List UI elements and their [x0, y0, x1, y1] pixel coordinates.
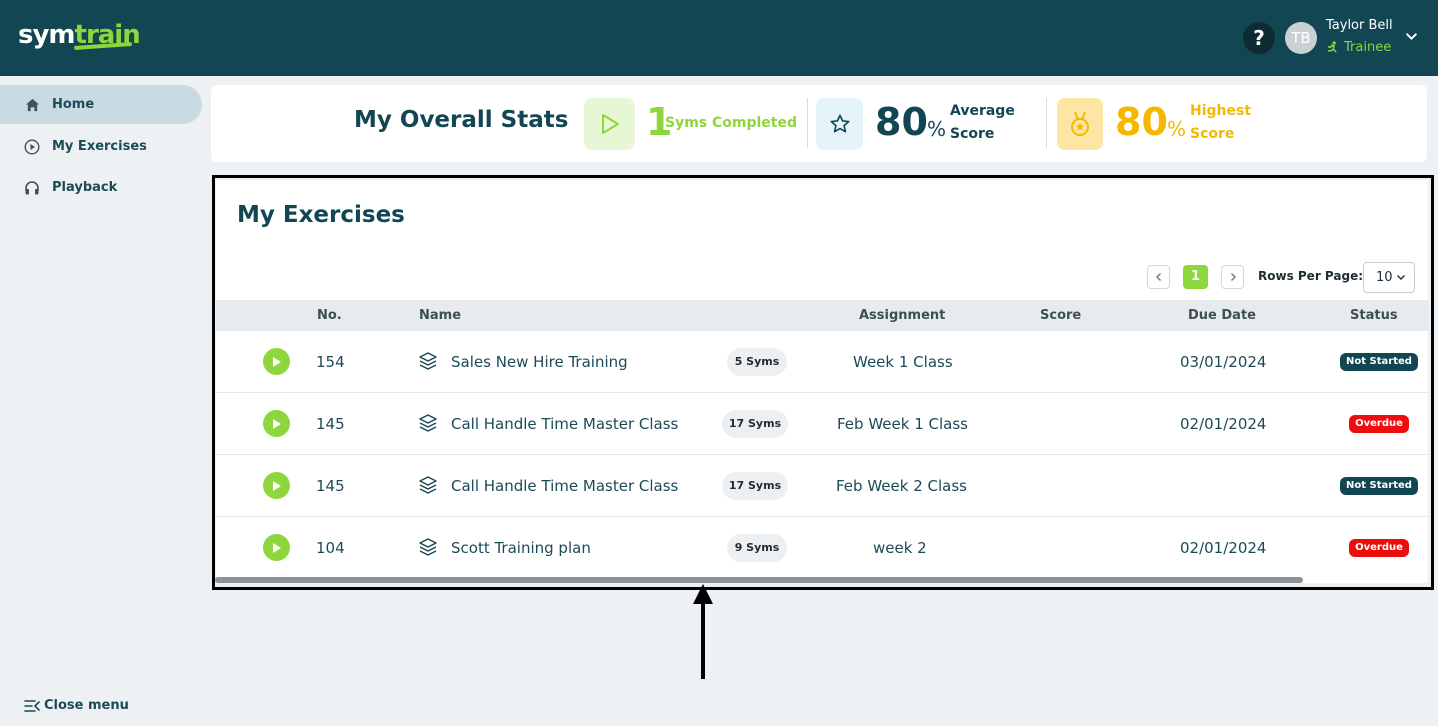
play-outline-icon — [601, 114, 619, 134]
highest-score-value: 80 — [1115, 100, 1168, 144]
average-score-icon-box — [816, 98, 863, 150]
sidebar-item-label: Home — [52, 97, 95, 112]
play-circle-icon — [24, 138, 40, 155]
running-person-icon — [1327, 41, 1337, 53]
user-name[interactable]: Taylor Bell — [1326, 18, 1393, 33]
average-score-label-1: Average — [950, 103, 1015, 119]
overall-stats-card: My Overall Stats 1 Syms Completed 80 % A… — [211, 85, 1427, 162]
sidebar-item-playback[interactable]: Playback — [0, 168, 202, 207]
help-button[interactable]: ? — [1243, 22, 1275, 54]
headphones-icon — [24, 180, 40, 196]
arrow-shaft — [701, 600, 705, 679]
highest-score-label-1: Highest — [1190, 103, 1252, 119]
logo-text-sym: sym — [18, 20, 76, 50]
close-menu-button[interactable]: Close menu — [24, 698, 129, 713]
medal-icon — [1071, 111, 1089, 136]
sidebar-item-my-exercises[interactable]: My Exercises — [0, 127, 202, 166]
average-score-label-2: Score — [950, 126, 995, 142]
syms-completed-icon-box — [584, 98, 635, 150]
average-score-value: 80 — [875, 100, 928, 144]
close-menu-label: Close menu — [44, 698, 129, 713]
syms-completed-label: Syms Completed — [665, 115, 798, 131]
user-role: Trainee — [1326, 40, 1391, 55]
sidebar-item-home[interactable]: Home — [0, 85, 202, 124]
sidebar-item-label: Playback — [52, 180, 118, 195]
highlight-box — [212, 175, 1434, 590]
stats-divider — [1046, 98, 1047, 148]
chevron-down-icon[interactable] — [1405, 30, 1418, 43]
home-icon — [24, 97, 40, 113]
stats-title: My Overall Stats — [354, 107, 569, 133]
collapse-menu-icon — [24, 699, 40, 712]
star-icon — [829, 114, 850, 133]
avatar[interactable]: TB — [1285, 22, 1317, 54]
sidebar-item-label: My Exercises — [52, 139, 147, 154]
highest-score-unit: % — [1167, 117, 1187, 141]
top-bar: symtrain ? TB Taylor Bell Trainee — [0, 0, 1438, 76]
average-score-unit: % — [927, 117, 947, 141]
highest-score-icon-box — [1057, 98, 1103, 150]
stats-divider — [807, 98, 808, 148]
user-role-label: Trainee — [1344, 40, 1392, 55]
highest-score-label-2: Score — [1190, 126, 1235, 142]
